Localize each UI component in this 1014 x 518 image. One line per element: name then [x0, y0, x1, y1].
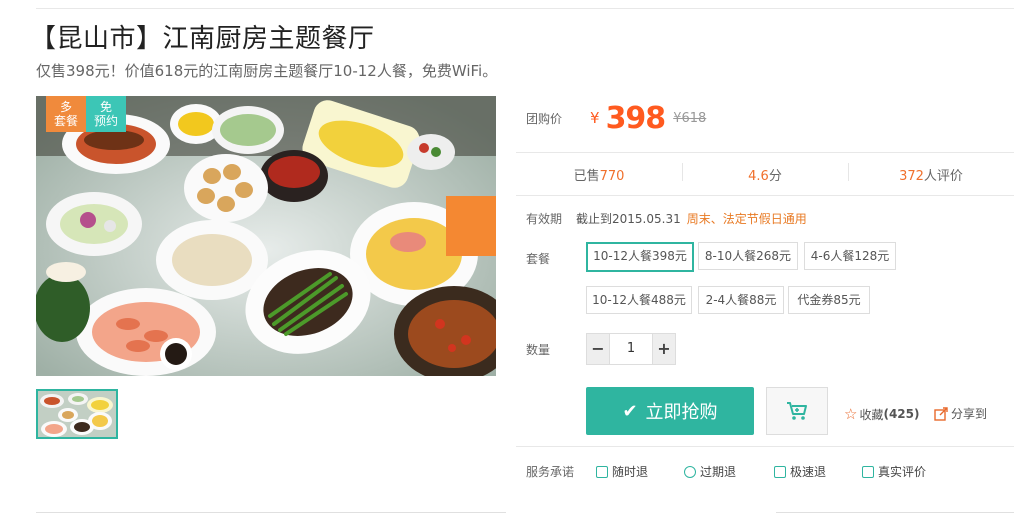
quantity-plus-button[interactable]: +: [652, 333, 676, 365]
service-label: 服务承诺: [526, 465, 575, 479]
share-label: 分享到: [951, 407, 988, 421]
review-label: 人评价: [923, 168, 963, 184]
badge-text: 多: [59, 100, 72, 114]
package-label: 套餐: [526, 252, 551, 266]
quantity-stepper: − 1 +: [586, 333, 676, 365]
price-label: 团购价: [526, 111, 563, 126]
price-row: 团购价 ¥ 398 ¥618: [526, 100, 706, 136]
package-option[interactable]: 10-12人餐488元: [586, 286, 692, 314]
deal-title: 【昆山市】江南厨房主题餐厅: [30, 24, 375, 54]
check-icon: ✔: [622, 400, 638, 422]
original-price: ¥618: [673, 110, 707, 126]
review-number: 372: [899, 168, 924, 184]
package-option-selected[interactable]: 10-12人餐398元: [586, 242, 694, 272]
validity-date: 截止到2015.05.31: [576, 212, 681, 226]
fast-refund-icon: [774, 465, 786, 478]
star-icon: ☆: [844, 405, 858, 423]
refund-icon: [596, 465, 608, 478]
service-item-real-review[interactable]: 真实评价: [862, 463, 926, 480]
package-option[interactable]: 8-10人餐268元: [698, 242, 798, 270]
favorite-button[interactable]: ☆ 收藏 (425): [844, 405, 920, 423]
deal-subtitle: 仅售398元！价值618元的江南厨房主题餐厅10-12人餐，免费WiFi。: [36, 62, 498, 80]
sold-number: 770: [599, 168, 625, 184]
package-option[interactable]: 2-4人餐88元: [698, 286, 784, 314]
multi-package-badge: 多 套餐: [46, 96, 86, 132]
no-reservation-badge: 免 预约: [86, 96, 126, 132]
validity-note: 周末、法定节假日通用: [686, 212, 807, 226]
service-item-expired-refund[interactable]: 过期退: [684, 463, 736, 480]
review-count[interactable]: 372人评价: [848, 162, 1014, 184]
stats-row: 已售770 4.6分 372人评价: [516, 152, 1014, 196]
quantity-input[interactable]: 1: [610, 333, 652, 365]
service-item-fast-refund[interactable]: 极速退: [774, 463, 826, 480]
favorite-count: (425): [883, 407, 920, 421]
top-divider: [36, 8, 1014, 9]
validity-label: 有效期: [526, 212, 563, 226]
package-option[interactable]: 代金券85元: [788, 286, 870, 314]
service-item-label: 真实评价: [878, 465, 927, 479]
rating-number: 4.6: [748, 168, 769, 184]
service-promises: 服务承诺: [526, 463, 574, 480]
buy-now-button[interactable]: ✔ 立即抢购: [586, 387, 754, 435]
share-icon: [934, 406, 948, 421]
rating-unit: 分: [768, 168, 782, 184]
quantity-label: 数量: [526, 343, 551, 357]
sold-count: 已售770: [516, 165, 682, 184]
favorite-label: 收藏: [859, 407, 884, 422]
thumbnail-photo: [38, 391, 116, 437]
share-button[interactable]: 分享到: [934, 405, 987, 422]
badge-text: 套餐: [53, 114, 78, 128]
package-option[interactable]: 4-6人餐128元: [804, 242, 896, 270]
currency-symbol: ¥: [590, 109, 600, 127]
food-photo: [36, 96, 496, 376]
main-food-image[interactable]: 多 套餐 免 预约: [36, 96, 496, 376]
thumbnail-image[interactable]: [36, 389, 118, 439]
rating[interactable]: 4.6分: [682, 162, 848, 184]
quantity-minus-button[interactable]: −: [586, 333, 610, 365]
add-to-cart-button[interactable]: [766, 387, 828, 435]
cart-icon: [787, 402, 807, 420]
clock-icon: [684, 465, 696, 478]
deal-price: 398: [605, 100, 667, 136]
sold-label: 已售: [573, 168, 600, 184]
badge-text: 免: [99, 100, 112, 114]
bottom-divider: [36, 512, 506, 513]
user-icon: [862, 465, 874, 478]
bottom-divider: [776, 512, 1014, 513]
validity-row: 有效期 截止到2015.05.31 周末、法定节假日通用: [526, 210, 807, 227]
service-item-label: 过期退: [700, 465, 737, 479]
badge-text: 预约: [93, 114, 118, 128]
service-item-label: 随时退: [612, 465, 649, 479]
service-divider: [516, 446, 1014, 447]
buy-now-label: 立即抢购: [645, 402, 718, 423]
service-item-anytime-refund[interactable]: 随时退: [596, 463, 648, 480]
service-item-label: 极速退: [790, 465, 827, 479]
